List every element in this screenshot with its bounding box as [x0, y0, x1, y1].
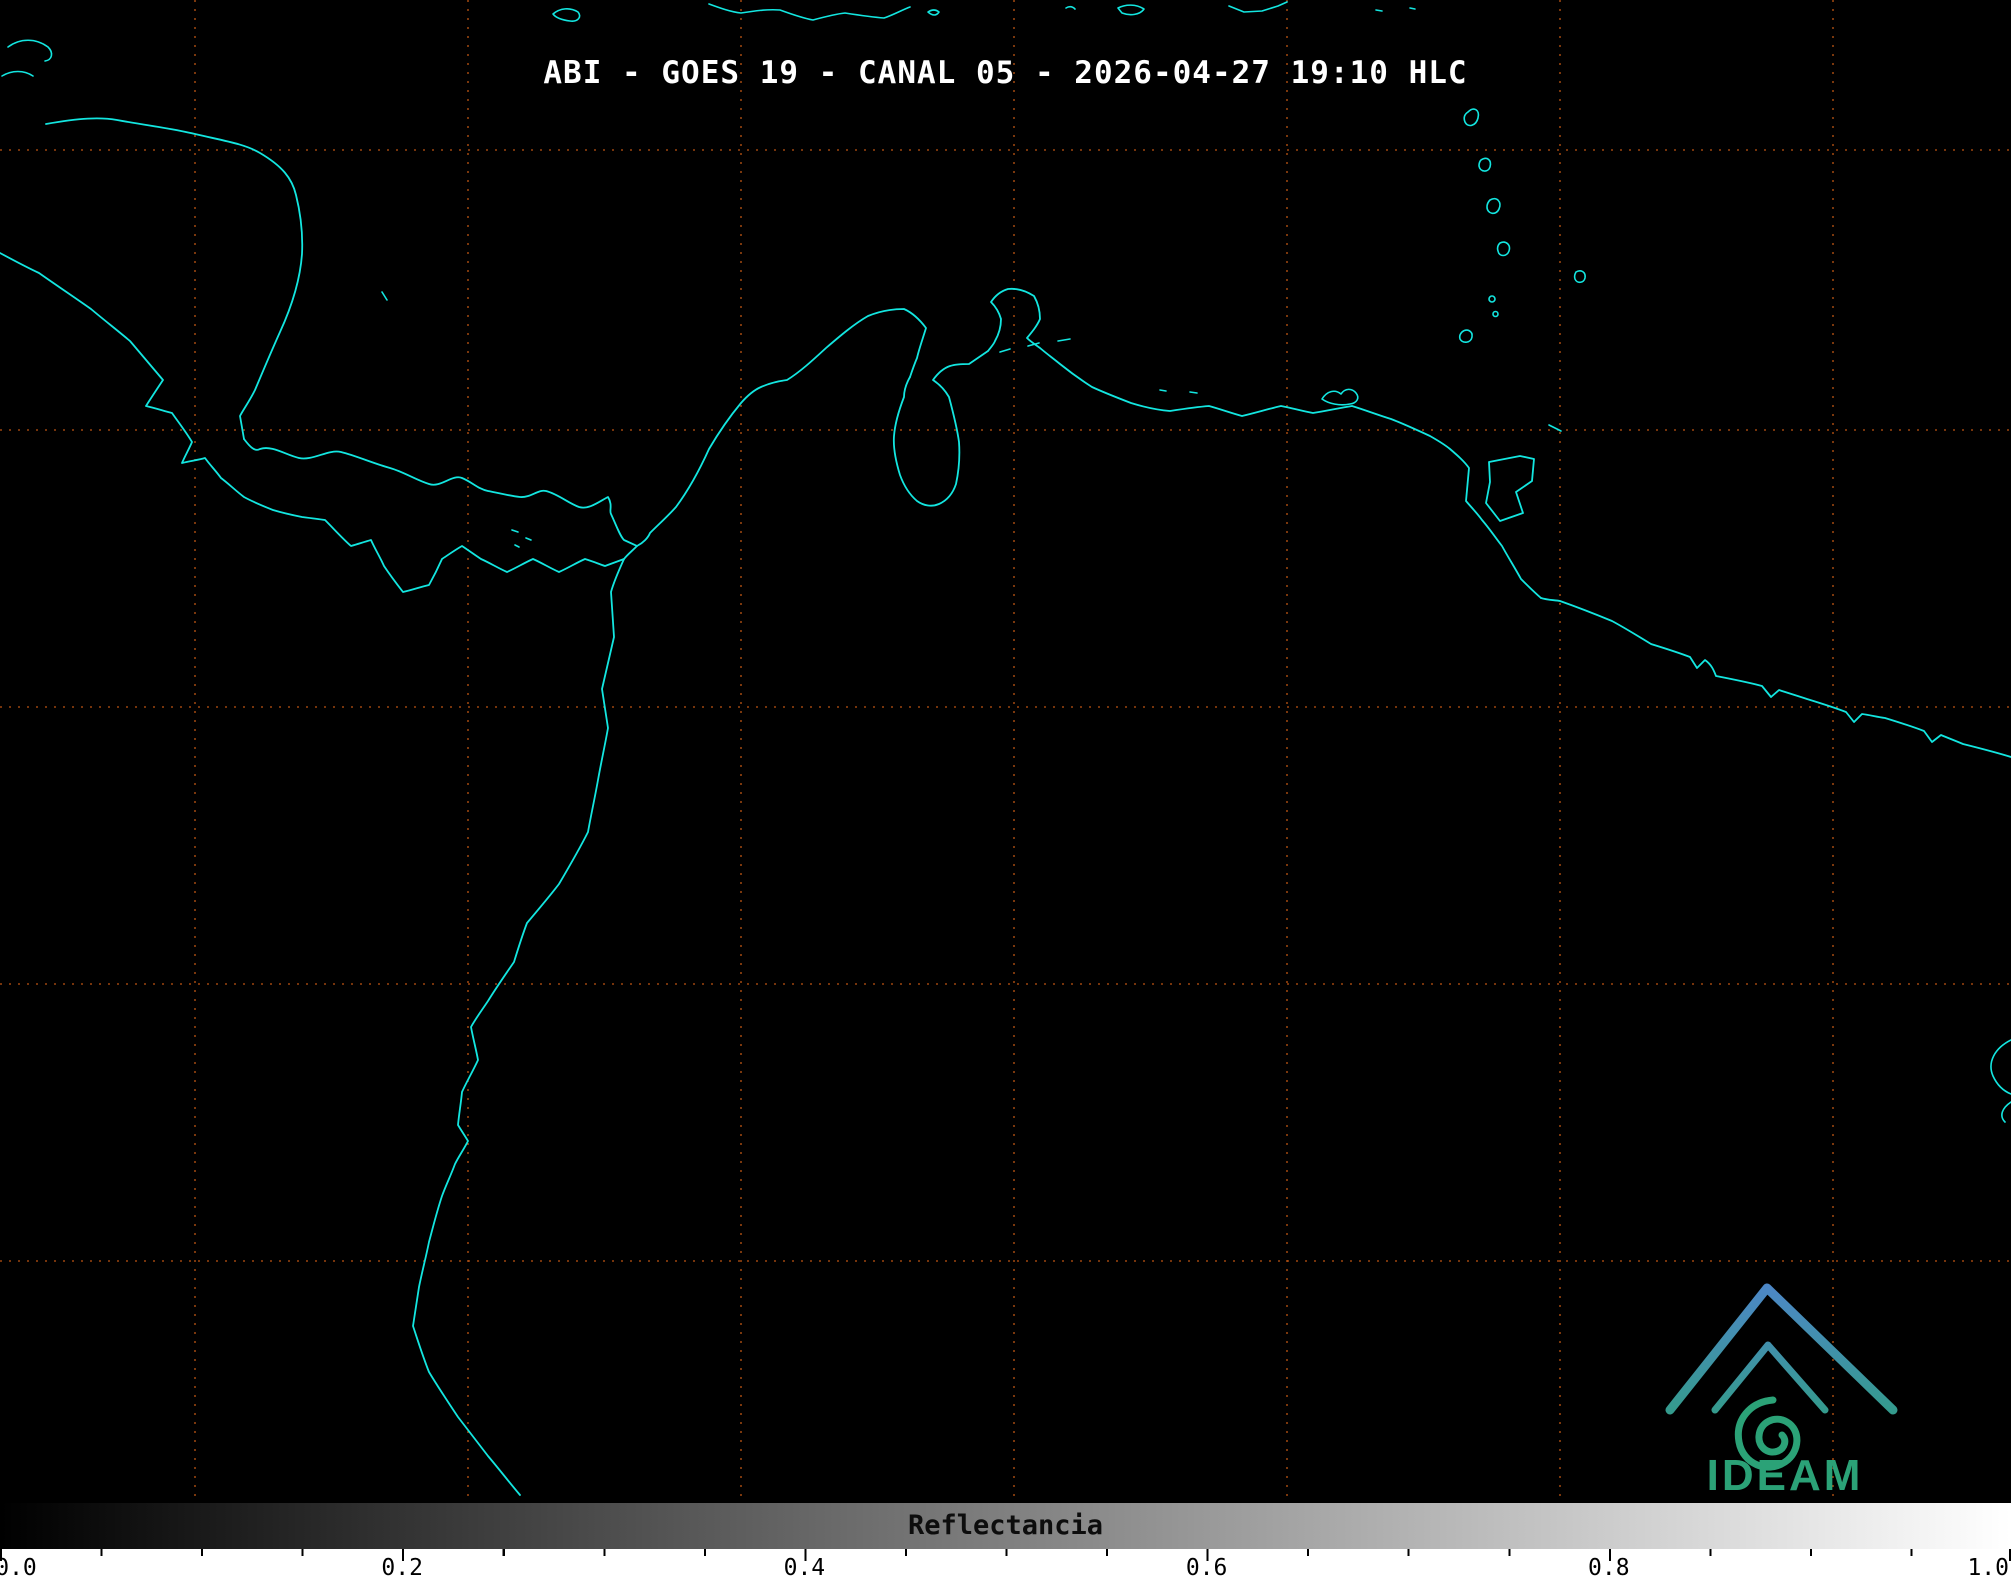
coastline-guyana: [1541, 598, 2011, 757]
island: [1479, 158, 1490, 171]
islands-offshore-venezuela: [1000, 339, 1358, 405]
island-abc: [1000, 349, 1010, 352]
coastline-central-america-caribbean: [46, 118, 302, 439]
coastline-colombia-caribbean: [637, 309, 926, 546]
island-abc: [1058, 339, 1070, 341]
coastline-puerto-rico-south: [1229, 2, 1287, 12]
satellite-image-viewport: ABI - GOES 19 - CANAL 05 - 2026-04-27 19…: [0, 0, 2011, 1577]
island-dot: [1376, 10, 1382, 11]
island-pearl: [526, 538, 531, 540]
colorbar-axis: 0.0 0.2 0.4 0.6 0.8 1.0: [0, 1549, 2011, 1577]
colorbar-tick-label: 1.0: [1967, 1555, 2009, 1577]
island: [1460, 330, 1473, 342]
island-tobago: [1549, 425, 1561, 431]
colorbar-tick-label: 0.2: [381, 1555, 423, 1577]
island-pearl: [515, 545, 519, 547]
coastline-panama-north: [244, 439, 637, 546]
coastline-pacific-south-america: [413, 546, 637, 1495]
coastline-hispaniola-south: [709, 4, 910, 20]
islands-lesser-antilles: [1460, 109, 1586, 431]
island-fragment: [1066, 7, 1075, 9]
ideam-logo: IDEAM: [1655, 1250, 1915, 1500]
coastline-fragment-right-edge: [1991, 1040, 2011, 1094]
logo-text: IDEAM: [1707, 1451, 1864, 1500]
island-dot: [1493, 312, 1498, 317]
island-dot: [1160, 390, 1166, 391]
colorbar-tick-label: 0.6: [1186, 1555, 1228, 1577]
islands-misc: [382, 292, 2011, 1122]
island: [1464, 109, 1478, 125]
island: [1498, 242, 1510, 255]
colorbar-tick-label: 0.8: [1588, 1555, 1630, 1577]
colorbar-tick-label: 0.4: [784, 1555, 826, 1577]
image-title: ABI - GOES 19 - CANAL 05 - 2026-04-27 19…: [0, 55, 2011, 91]
island-barbados: [1575, 271, 1586, 282]
island-trinidad: [1486, 456, 1534, 521]
colorbar-tick-label: 0.0: [0, 1555, 37, 1577]
island-margarita: [1322, 389, 1358, 404]
colorbar-label: Reflectancia: [0, 1503, 2011, 1549]
coastline-fragment-right-edge: [2002, 1102, 2011, 1122]
island-san-andres: [382, 292, 387, 300]
island-dot: [1410, 8, 1415, 9]
lake-maracaibo: [894, 351, 988, 506]
island-fragment: [1118, 5, 1144, 15]
island: [1487, 199, 1500, 214]
logo-mountain-outer: [1670, 1288, 1893, 1410]
island-pearl: [512, 530, 518, 532]
coastline-pacific-central-america: [0, 253, 624, 592]
colorbar-ticks: [0, 1549, 2011, 1577]
island-fragment: [553, 9, 580, 21]
island-dot: [1190, 392, 1197, 393]
island-fragment: [928, 10, 939, 15]
colorbar-gradient: Reflectancia: [0, 1503, 2011, 1549]
coastline-venezuela: [988, 289, 1541, 598]
island-dot: [1489, 296, 1495, 302]
